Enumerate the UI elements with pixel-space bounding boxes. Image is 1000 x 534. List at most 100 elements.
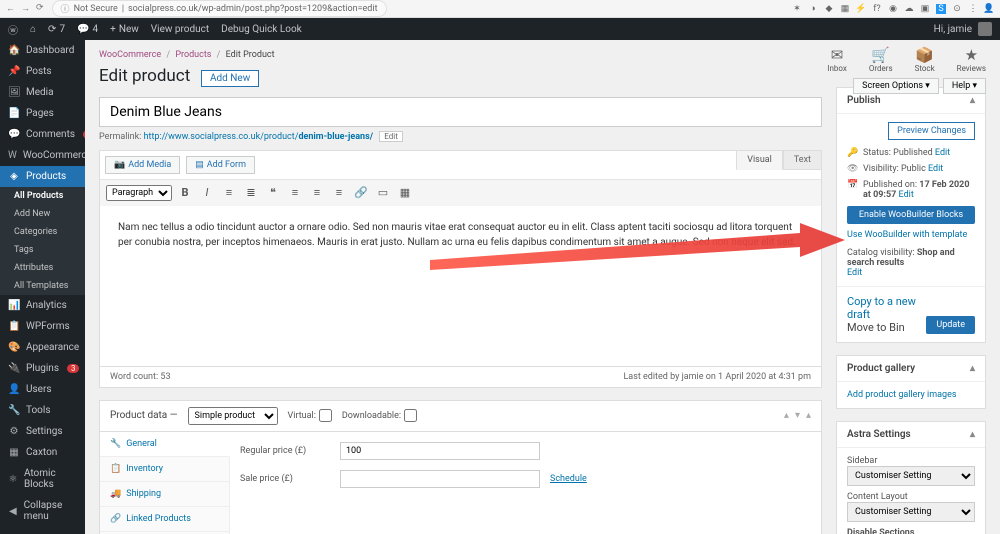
ext-icon[interactable]: ▦ [840,4,850,14]
avatar-icon[interactable]: 👤 [984,4,994,14]
ext-icon[interactable]: ◉ [888,4,898,14]
virtual-checkbox[interactable] [319,409,332,422]
inbox-button[interactable]: ✉Inbox [827,46,847,73]
permalink-edit-button[interactable]: Edit [379,131,403,142]
back-icon[interactable]: ← [6,3,15,14]
enable-woobuilder-button[interactable]: Enable WooBuilder Blocks [847,206,975,224]
astra-content-select[interactable]: Customiser Setting [847,502,975,522]
ext-icon[interactable]: S [936,4,946,14]
pd-tab-inventory[interactable]: 📋Inventory [100,457,229,482]
sidebar-subitem-tags[interactable]: Tags [0,241,85,259]
ext-icon[interactable]: ▣ [920,4,930,14]
sidebar-item-comments[interactable]: 💬Comments4 [0,124,85,145]
sidebar-subitem-templates[interactable]: All Templates [0,277,85,295]
orders-button[interactable]: 🛒Orders [869,46,893,73]
sidebar-item-tools[interactable]: 🔧Tools [0,400,85,421]
expand-icon[interactable]: ▴ [784,410,789,421]
sidebar-collapse[interactable]: ◀Collapse menu [0,495,85,527]
add-new-button[interactable]: Add New [201,70,259,87]
view-product[interactable]: View product [151,24,209,35]
debug-quick-look[interactable]: Debug Quick Look [221,24,302,35]
reviews-button[interactable]: ★Reviews [957,46,986,73]
pd-tab-shipping[interactable]: 🚚Shipping [100,482,229,507]
regular-price-input[interactable] [340,442,540,460]
sidebar-item-posts[interactable]: 📌Posts [0,61,85,82]
sidebar-item-appearance[interactable]: 🎨Appearance [0,337,85,358]
ext-icon[interactable]: f? [872,4,882,14]
screen-options-button[interactable]: Screen Options ▾ [853,78,939,94]
edit-status-link[interactable]: Edit [935,148,950,158]
sidebar-item-pages[interactable]: 📄Pages [0,103,85,124]
product-title-input[interactable] [99,97,822,127]
ext-icon[interactable]: ◆ [824,4,834,14]
astra-sidebar-select[interactable]: Customiser Setting [847,466,975,486]
chevron-up-icon[interactable]: ▴ [970,95,975,106]
edit-catalog-link[interactable]: Edit [847,268,862,278]
sidebar-item-wpforms[interactable]: 📋WPForms [0,316,85,337]
copy-draft-link[interactable]: Copy to a new draft [847,295,916,321]
sidebar-subitem-add-new[interactable]: Add New [0,205,85,223]
help-button[interactable]: Help ▾ [943,78,986,94]
add-gallery-images-link[interactable]: Add product gallery images [847,390,957,400]
site-name[interactable]: ⌂ [30,24,36,35]
numbers-button[interactable]: ≣ [242,184,260,202]
chevron-up-icon[interactable]: ▴ [970,429,975,440]
sidebar-item-atomic[interactable]: ⚛Atomic Blocks [0,463,85,495]
align-center-button[interactable]: ≡ [308,184,326,202]
sidebar-item-plugins[interactable]: 🔌Plugins3 [0,358,85,379]
greeting[interactable]: Hi, jamie [934,24,972,35]
new-item[interactable]: + New [110,24,139,35]
permalink-link[interactable]: http://www.socialpress.co.uk/product/den… [144,132,374,142]
sidebar-subitem-attributes[interactable]: Attributes [0,259,85,277]
add-media-button[interactable]: 📷Add Media [105,156,180,174]
sidebar-subitem-categories[interactable]: Categories [0,223,85,241]
sidebar-item-users[interactable]: 👤Users [0,379,85,400]
toggle-icon[interactable]: ▴ [806,410,811,421]
update-button[interactable]: Update [926,316,975,334]
pd-tab-linked[interactable]: 🔗Linked Products [100,507,229,532]
bold-button[interactable]: B [176,184,194,202]
ext-icon[interactable]: ⊙ [952,4,962,14]
sidebar-item-dashboard[interactable]: 🏠Dashboard [0,40,85,61]
stock-button[interactable]: 📦Stock [915,46,935,73]
edit-date-link[interactable]: Edit [899,190,914,200]
sidebar-item-analytics[interactable]: 📊Analytics [0,295,85,316]
editor-content[interactable]: Nam nec tellus a odio tincidunt auctor a… [100,206,821,366]
use-woobuilder-template-link[interactable]: Use WooBuilder with template [847,230,967,240]
breadcrumb-woo[interactable]: WooCommerce [99,50,161,60]
link-button[interactable]: 🔗 [352,184,370,202]
downloadable-checkbox-label[interactable]: Downloadable: [342,409,417,422]
updates-item[interactable]: ⟳ 7 [48,24,65,35]
ext-icon[interactable]: ◑ [808,4,818,14]
move-to-bin-link[interactable]: Move to Bin [847,321,905,334]
italic-button[interactable]: I [198,184,216,202]
sidebar-item-woocommerce[interactable]: WWooCommerce [0,145,85,166]
add-form-button[interactable]: ▤Add Form [186,156,255,174]
chevron-up-icon[interactable]: ▴ [970,363,975,374]
ext-icon[interactable]: ☁ [904,4,914,14]
schedule-link[interactable]: Schedule [550,474,587,484]
align-left-button[interactable]: ≡ [286,184,304,202]
sidebar-subitem-all-products[interactable]: All Products [0,187,85,205]
product-type-select[interactable]: Simple product [188,407,278,425]
avatar-icon[interactable] [978,22,992,36]
quote-button[interactable]: ❝ [264,184,282,202]
comments-item[interactable]: 💬 4 [77,24,98,35]
reload-icon[interactable]: ⟳ [36,3,44,14]
preview-changes-button[interactable]: Preview Changes [888,122,975,140]
sidebar-item-products[interactable]: ◈Products [0,166,85,187]
tab-text[interactable]: Text [783,150,822,170]
bullets-button[interactable]: ≡ [220,184,238,202]
align-right-button[interactable]: ≡ [330,184,348,202]
paragraph-select[interactable]: Paragraph [106,185,172,201]
breadcrumb-products[interactable]: Products [175,50,211,60]
url-bar[interactable]: ⓘ Not Secure | socialpress.co.uk/wp-admi… [52,0,387,17]
ext-icon[interactable]: ⋮ [968,4,978,14]
more-button[interactable]: ▭ [374,184,392,202]
tab-visual[interactable]: Visual [736,150,783,170]
sidebar-item-settings[interactable]: ⚙Settings [0,421,85,442]
pd-tab-general[interactable]: 🔧General [100,432,230,457]
forward-icon[interactable]: → [21,3,30,14]
downloadable-checkbox[interactable] [404,409,417,422]
sidebar-item-media[interactable]: 🖼Media [0,82,85,103]
